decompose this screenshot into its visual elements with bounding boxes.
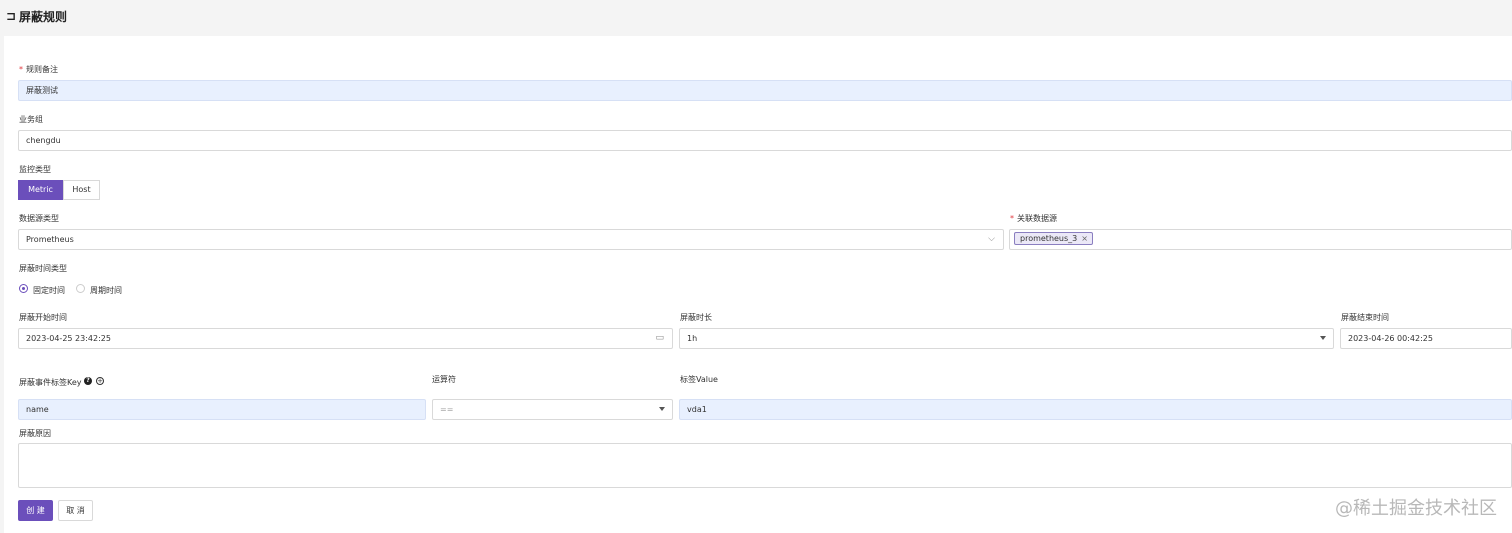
plus-circle-icon[interactable]: +: [96, 377, 104, 385]
calendar-icon: ▭: [655, 333, 664, 343]
business-group-select[interactable]: chengdu: [18, 130, 1512, 151]
rule-note-input[interactable]: 屏蔽测试: [18, 80, 1512, 101]
end-time-picker[interactable]: 2023-04-26 00:42:25: [1340, 328, 1512, 349]
start-time-picker[interactable]: 2023-04-25 23:42:25 ▭: [18, 328, 673, 349]
start-time-label: 屏蔽开始时间: [19, 313, 67, 322]
required-mark: *: [1010, 214, 1014, 223]
monitor-type-metric-button[interactable]: Metric: [18, 180, 63, 200]
duration-label: 屏蔽时长: [680, 313, 712, 322]
end-time-label: 屏蔽结束时间: [1341, 313, 1389, 322]
monitor-type-label: 监控类型: [19, 165, 51, 174]
time-type-periodic-label: 周期时间: [90, 286, 122, 295]
datasource-type-label: 数据源类型: [19, 214, 59, 223]
datasource-tag: prometheus_3 ×: [1014, 232, 1093, 245]
time-type-periodic-radio[interactable]: [76, 284, 85, 293]
chevron-down-icon: ⌵: [988, 234, 995, 244]
question-circle-icon[interactable]: ?: [84, 377, 92, 385]
time-type-label: 屏蔽时间类型: [19, 264, 67, 273]
tag-key-input[interactable]: name: [18, 399, 426, 420]
caret-down-icon: [1320, 336, 1326, 340]
time-type-fixed-radio[interactable]: [19, 284, 28, 293]
watermark: @稀土掘金技术社区: [1335, 498, 1497, 519]
rule-note-label: * 规则备注: [19, 65, 58, 74]
operator-select[interactable]: ==: [432, 399, 673, 420]
required-mark: *: [19, 65, 23, 74]
operator-label: 运算符: [432, 375, 456, 384]
duration-select[interactable]: 1h: [679, 328, 1334, 349]
return-icon[interactable]: ⊐: [6, 9, 16, 23]
monitor-type-host-button[interactable]: Host: [63, 180, 100, 200]
tag-value-label: 标签Value: [680, 375, 718, 384]
page-title: 屏蔽规则: [19, 10, 68, 24]
reason-label: 屏蔽原因: [19, 429, 51, 438]
cancel-button[interactable]: 取 消: [58, 500, 93, 521]
create-button[interactable]: 创 建: [18, 500, 53, 521]
close-icon[interactable]: ×: [1081, 234, 1088, 243]
tag-value-input[interactable]: vda1: [679, 399, 1512, 420]
reason-textarea[interactable]: [18, 443, 1512, 488]
datasource-type-select[interactable]: Prometheus ⌵: [18, 229, 1004, 250]
business-group-label: 业务组: [19, 115, 43, 124]
datasource-label: * 关联数据源: [1010, 214, 1057, 223]
tag-key-label: 屏蔽事件标签Key: [19, 378, 82, 387]
time-type-fixed-label: 固定时间: [33, 286, 65, 295]
page-header: ⊐ 屏蔽规则: [0, 0, 1512, 36]
caret-down-icon: [659, 407, 665, 411]
